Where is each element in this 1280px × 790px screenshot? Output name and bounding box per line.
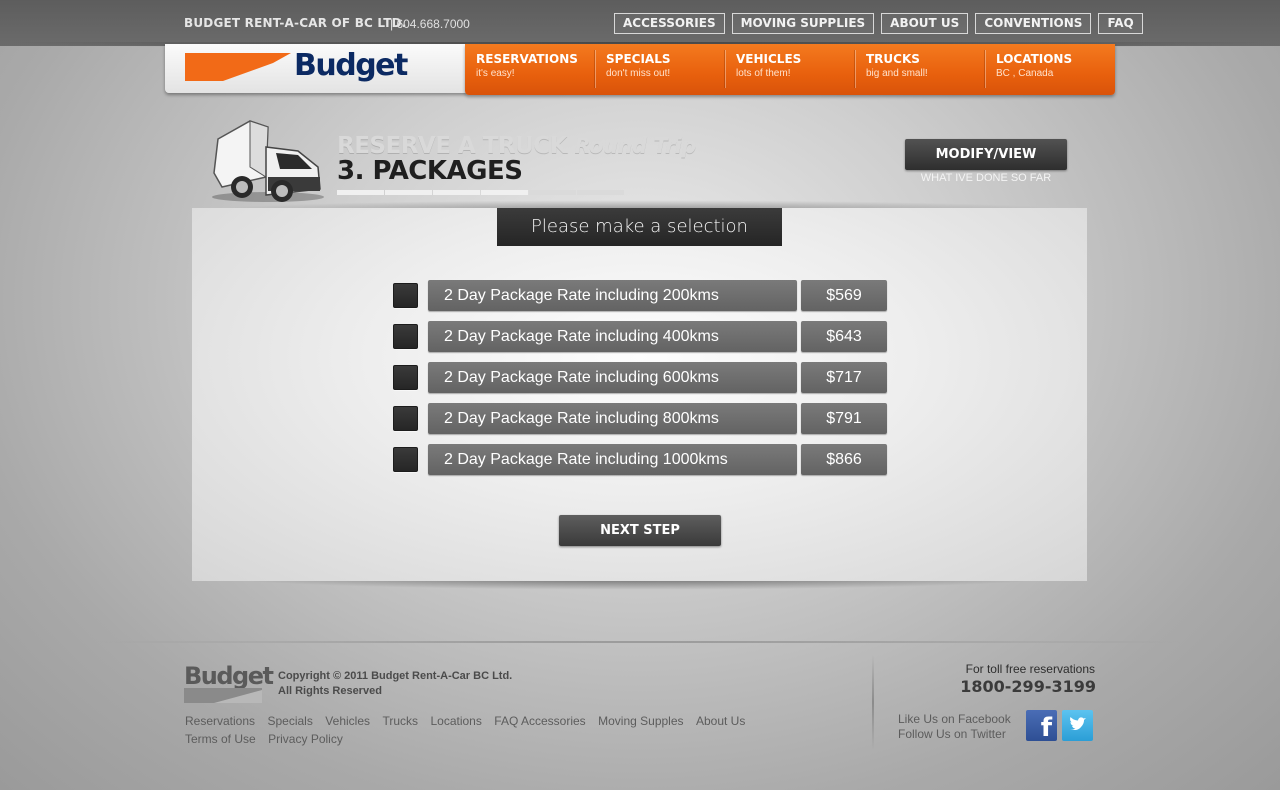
top-links: ACCESSORIES MOVING SUPPLIES ABOUT US CON…: [614, 13, 1143, 34]
footer-logo-text: Budget: [184, 662, 274, 690]
footer-link-privacy[interactable]: Privacy Policy: [268, 732, 343, 747]
footer-link-locations[interactable]: Locations: [430, 714, 481, 729]
package-label[interactable]: 2 Day Package Rate including 200kms: [428, 280, 797, 311]
logo-text: Budget: [294, 48, 408, 83]
selection-panel: Please make a selection 2 Day Package Ra…: [192, 208, 1087, 581]
package-option: 2 Day Package Rate including 1000kms $86…: [393, 444, 887, 475]
twitter-icon[interactable]: [1062, 710, 1093, 741]
package-option: 2 Day Package Rate including 200kms $569: [393, 280, 887, 311]
nav-title: LOCATIONS: [996, 52, 1073, 66]
footer-link-terms[interactable]: Terms of Use: [185, 732, 256, 747]
modify-view-button[interactable]: MODIFY/VIEW: [905, 139, 1067, 170]
top-link-conventions[interactable]: CONVENTIONS: [975, 13, 1092, 34]
nav-subtitle: big and small!: [866, 68, 928, 79]
nav-item-locations[interactable]: LOCATIONS BC , Canada: [985, 44, 1115, 90]
progress-step-pending: [529, 190, 576, 195]
package-checkbox[interactable]: [393, 447, 418, 472]
facebook-icon[interactable]: f: [1026, 710, 1057, 741]
package-price: $866: [801, 444, 887, 475]
footer-divider: [90, 641, 1190, 643]
package-label[interactable]: 2 Day Package Rate including 1000kms: [428, 444, 797, 475]
social-links: Like Us on Facebook Follow Us on Twitter: [898, 712, 1011, 742]
package-price: $717: [801, 362, 887, 393]
package-price: $791: [801, 403, 887, 434]
toll-free-number[interactable]: 1800-299-3199: [905, 677, 1096, 696]
nav-subtitle: it's easy!: [476, 68, 515, 79]
progress-step-done: [385, 190, 432, 195]
progress-step-pending: [577, 190, 624, 195]
logo-stripe-icon: [185, 53, 291, 81]
package-label[interactable]: 2 Day Package Rate including 400kms: [428, 321, 797, 352]
top-link-accessories[interactable]: ACCESSORIES: [614, 13, 725, 34]
nav-title: RESERVATIONS: [476, 52, 578, 66]
footer-vertical-divider: [872, 655, 874, 750]
panel-heading: Please make a selection: [497, 208, 782, 246]
nav-subtitle: don't miss out!: [606, 68, 671, 79]
page-title-mode: Round Trip: [574, 134, 697, 158]
progress-step-done: [481, 190, 528, 195]
nav-item-vehicles[interactable]: VEHICLES lots of them!: [725, 44, 855, 90]
top-link-faq[interactable]: FAQ: [1098, 13, 1143, 34]
footer-link-faq-accessories[interactable]: FAQ Accessories: [494, 714, 585, 729]
logo-panel[interactable]: Budget: [165, 44, 467, 93]
progress-step-done: [337, 190, 384, 195]
footer-link-trucks[interactable]: Trucks: [382, 714, 418, 729]
step-progress: [337, 190, 624, 195]
next-step-button[interactable]: NEXT STEP: [559, 515, 721, 546]
main-nav: RESERVATIONS it's easy! SPECIALS don't m…: [465, 44, 1115, 95]
top-link-about-us[interactable]: ABOUT US: [881, 13, 969, 34]
nav-title: SPECIALS: [606, 52, 671, 66]
footer-link-specials[interactable]: Specials: [267, 714, 312, 729]
footer-links-row: Reservations Specials Vehicles Trucks Lo…: [185, 712, 785, 730]
nav-title: VEHICLES: [736, 52, 802, 66]
toll-free-label: For toll free reservations: [965, 662, 1095, 676]
progress-step-done: [433, 190, 480, 195]
step-title: 3. PACKAGES: [337, 156, 523, 186]
package-option: 2 Day Package Rate including 800kms $791: [393, 403, 887, 434]
package-checkbox[interactable]: [393, 406, 418, 431]
footer-link-reservations[interactable]: Reservations: [185, 714, 255, 729]
truck-icon: [212, 120, 324, 202]
nav-item-reservations[interactable]: RESERVATIONS it's easy!: [465, 44, 595, 90]
facebook-link[interactable]: Like Us on Facebook: [898, 712, 1011, 727]
nav-title: TRUCKS: [866, 52, 920, 66]
nav-item-specials[interactable]: SPECIALS don't miss out!: [595, 44, 725, 90]
footer-links-row: Terms of Use Privacy Policy: [185, 730, 785, 748]
nav-subtitle: BC , Canada: [996, 68, 1054, 79]
twitter-link[interactable]: Follow Us on Twitter: [898, 727, 1011, 742]
twitter-bird-icon: [1070, 717, 1086, 731]
footer-link-moving-supplies[interactable]: Moving Supples: [598, 714, 683, 729]
company-name: BUDGET RENT-A-CAR OF BC LTD.: [184, 16, 407, 30]
footer-logo-stripe-icon: [184, 688, 262, 703]
footer-links: Reservations Specials Vehicles Trucks Lo…: [185, 712, 785, 748]
package-label[interactable]: 2 Day Package Rate including 800kms: [428, 403, 797, 434]
package-option: 2 Day Package Rate including 600kms $717: [393, 362, 887, 393]
package-option: 2 Day Package Rate including 400kms $643: [393, 321, 887, 352]
modify-view-subtitle: WHAT IVE DONE SO FAR: [920, 172, 1052, 184]
footer-logo[interactable]: Budget: [184, 662, 274, 703]
nav-item-trucks[interactable]: TRUCKS big and small!: [855, 44, 985, 90]
package-label[interactable]: 2 Day Package Rate including 600kms: [428, 362, 797, 393]
nav-subtitle: lots of them!: [736, 68, 791, 79]
copyright-line: Copyright © 2011 Budget Rent-A-Car BC Lt…: [278, 670, 513, 682]
package-checkbox[interactable]: [393, 283, 418, 308]
footer-link-vehicles[interactable]: Vehicles: [325, 714, 370, 729]
copyright: Copyright © 2011 Budget Rent-A-Car BC Lt…: [278, 669, 512, 699]
top-link-moving-supplies[interactable]: MOVING SUPPLIES: [731, 13, 875, 34]
package-options: 2 Day Package Rate including 200kms $569…: [393, 280, 887, 485]
footer-link-about-us[interactable]: About Us: [696, 714, 745, 729]
package-checkbox[interactable]: [393, 365, 418, 390]
package-checkbox[interactable]: [393, 324, 418, 349]
company-phone: | 604.668.7000: [390, 17, 470, 31]
package-price: $643: [801, 321, 887, 352]
rights-line: All Rights Reserved: [278, 685, 382, 697]
package-price: $569: [801, 280, 887, 311]
